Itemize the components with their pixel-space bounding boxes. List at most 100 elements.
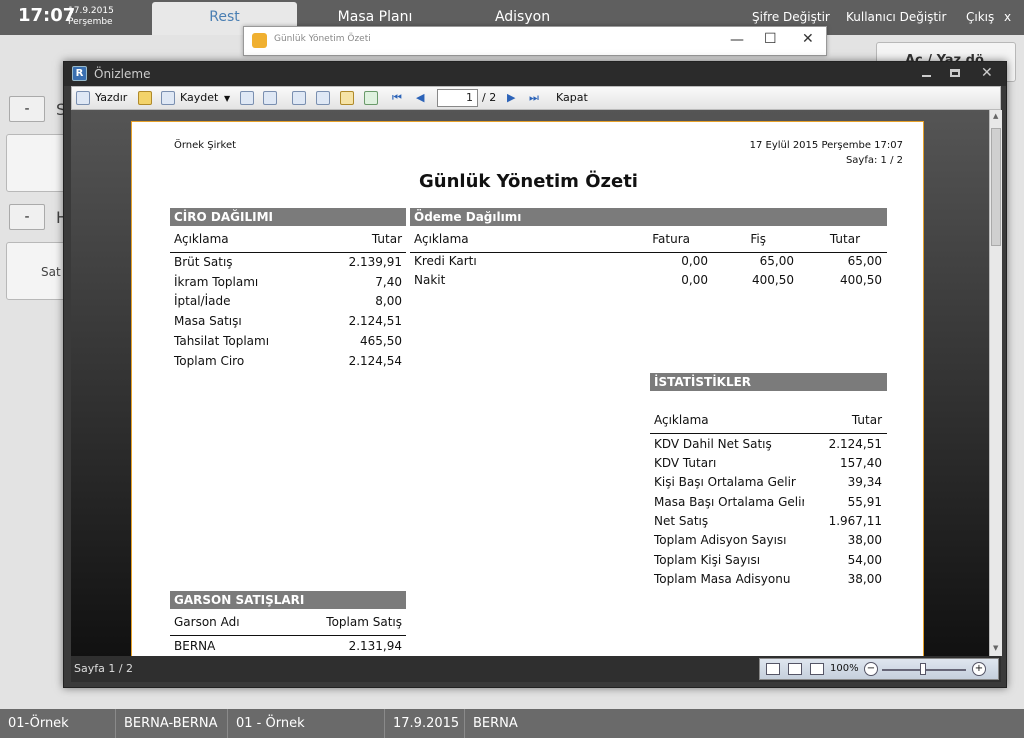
email-icon[interactable] (240, 91, 254, 105)
page-number-input[interactable]: 1 (437, 89, 478, 107)
summary-dialog: Günlük Yönetim Özeti — ☐ ✕ (243, 26, 827, 56)
zoom-out-icon[interactable]: − (864, 662, 878, 676)
last-page-icon[interactable]: ⏭ (529, 91, 539, 105)
ciro-col-desc: Açıklama (174, 232, 229, 246)
layout-icon[interactable] (292, 91, 306, 105)
collapse-button-2[interactable]: - (9, 204, 45, 230)
prev-page-icon[interactable]: ◀ (416, 91, 424, 104)
page-total: / 2 (482, 91, 497, 104)
table-row-value: 7,40 (375, 275, 402, 289)
print-button[interactable]: Yazdır (95, 91, 127, 104)
odeme-col-desc: Açıklama (414, 232, 469, 246)
day-text: Perşembe (68, 17, 113, 27)
vertical-scrollbar[interactable]: ▲ ▼ (989, 110, 1002, 656)
odeme-col-fis: Fiş (750, 232, 766, 246)
status-page-text: Sayfa 1 / 2 (74, 662, 134, 675)
table-row-value: 2.124,51 (348, 314, 402, 328)
save-icon[interactable] (161, 91, 175, 105)
preview-canvas[interactable]: Örnek Şirket 17 Eylül 2015 Perşembe 17:0… (71, 110, 989, 656)
scroll-thumb[interactable] (991, 128, 1001, 246)
table-row-value: 54,00 (847, 553, 882, 567)
footer-date: 17.9.2015 (385, 709, 465, 738)
sat-label: Sat (41, 265, 61, 279)
zoom-in-icon[interactable]: + (972, 662, 986, 676)
open-folder-icon[interactable] (138, 91, 152, 105)
report-app-icon: R (72, 66, 87, 81)
close-icon[interactable]: ✕ (802, 31, 814, 47)
zoom-slider-thumb[interactable] (920, 663, 926, 675)
multi-page-view-icon[interactable] (810, 663, 824, 675)
table-row-label: BERNA (174, 639, 216, 653)
single-page-view-icon[interactable] (766, 663, 780, 675)
report-datetime: 17 Eylül 2015 Perşembe 17:07 (749, 140, 903, 151)
clock-date: 17.9.2015 Perşembe (68, 6, 114, 28)
close-app-button[interactable]: x (1004, 10, 1011, 24)
table-row-label: Net Satış (654, 514, 709, 528)
preview-title-bar: R Önizleme ✕ (64, 62, 1006, 86)
zoom-panel: 100% − + (759, 658, 999, 680)
preview-window: R Önizleme ✕ Yazdır Kaydet ▼ ⏮ ◀ 1 / 2 ▶… (63, 61, 1007, 688)
table-row-value: 2.124,54 (348, 354, 402, 368)
background-tile-1[interactable] (6, 134, 66, 192)
find-icon[interactable] (263, 91, 277, 105)
save-button[interactable]: Kaydet (180, 91, 218, 104)
table-row-fis: 65,00 (759, 254, 794, 268)
page-width-view-icon[interactable] (788, 663, 802, 675)
odeme-rule (410, 252, 887, 253)
table-row-label: Nakit (414, 273, 446, 287)
footer-waiter: BERNA (473, 716, 518, 731)
company-name: Örnek Şirket (174, 140, 237, 151)
table-row-fis: 400,50 (752, 273, 794, 287)
table-row-label: İptal/İade (174, 294, 231, 308)
change-user-link[interactable]: Kullanıcı Değiştir (846, 10, 946, 24)
table-row-value: 39,34 (847, 475, 882, 489)
table-row-label: KDV Tutarı (654, 456, 717, 470)
first-page-icon[interactable]: ⏮ (392, 91, 402, 105)
odeme-col-fatura: Fatura (652, 232, 690, 246)
scroll-down-icon[interactable]: ▼ (993, 644, 998, 652)
stats-col-amount: Tutar (851, 413, 882, 427)
table-row-value: 1.967,11 (828, 514, 882, 528)
footer-company: 01-Örnek Şirket (0, 709, 116, 738)
close-icon[interactable]: ✕ (981, 65, 993, 81)
minimize-icon[interactable] (922, 75, 931, 77)
change-password-link[interactable]: Şifre Değiştir (752, 10, 830, 24)
garson-header: GARSON SATIŞLARI (170, 591, 406, 609)
garson-col-name: Garson Adı (174, 615, 240, 629)
ciro-header: CİRO DAĞILIMI (170, 208, 406, 226)
preview-title: Önizleme (94, 67, 151, 81)
table-row-value: 55,91 (847, 495, 882, 509)
table-row-tutar: 65,00 (847, 254, 882, 268)
table-row-label: Masa Satışı (174, 314, 242, 328)
table-row-tutar: 400,50 (840, 273, 882, 287)
odeme-col-tutar: Tutar (829, 232, 860, 246)
date-text: 17.9.2015 (68, 6, 114, 16)
ciro-rule (170, 252, 406, 253)
close-preview-button[interactable]: Kapat (556, 91, 588, 104)
save-dropdown-icon[interactable]: ▼ (224, 94, 230, 103)
edit-icon[interactable] (340, 91, 354, 105)
maximize-icon[interactable] (950, 69, 960, 77)
clock-time: 17:07 (18, 5, 76, 26)
odeme-header: Ödeme Dağılımı (410, 208, 887, 226)
page-setup-icon[interactable] (316, 91, 330, 105)
footer-user: BERNA-BERNA (116, 709, 228, 738)
garson-rule (170, 635, 406, 636)
table-row-label: Brüt Satış (174, 255, 233, 269)
table-row-value: 2.131,94 (348, 639, 402, 653)
ciro-col-amount: Tutar (371, 232, 402, 246)
table-row-label: Toplam Ciro (174, 354, 245, 368)
scroll-up-icon[interactable]: ▲ (993, 112, 998, 120)
summary-dialog-title: Günlük Yönetim Özeti (274, 34, 371, 44)
next-page-icon[interactable]: ▶ (507, 91, 515, 104)
stats-header: İSTATİSTİKLER (650, 373, 887, 391)
print-icon[interactable] (76, 91, 90, 105)
logout-link[interactable]: Çıkış (966, 10, 994, 24)
export-icon[interactable] (364, 91, 378, 105)
maximize-icon[interactable]: ☐ (764, 31, 777, 47)
background-tile-sat[interactable]: Sat (6, 242, 66, 300)
minimize-icon[interactable]: — (730, 32, 744, 48)
report-page: Örnek Şirket 17 Eylül 2015 Perşembe 17:0… (131, 121, 924, 656)
preview-toolbar: Yazdır Kaydet ▼ ⏮ ◀ 1 / 2 ▶ ⏭ Kapat (71, 86, 1001, 110)
collapse-button-1[interactable]: - (9, 96, 45, 122)
